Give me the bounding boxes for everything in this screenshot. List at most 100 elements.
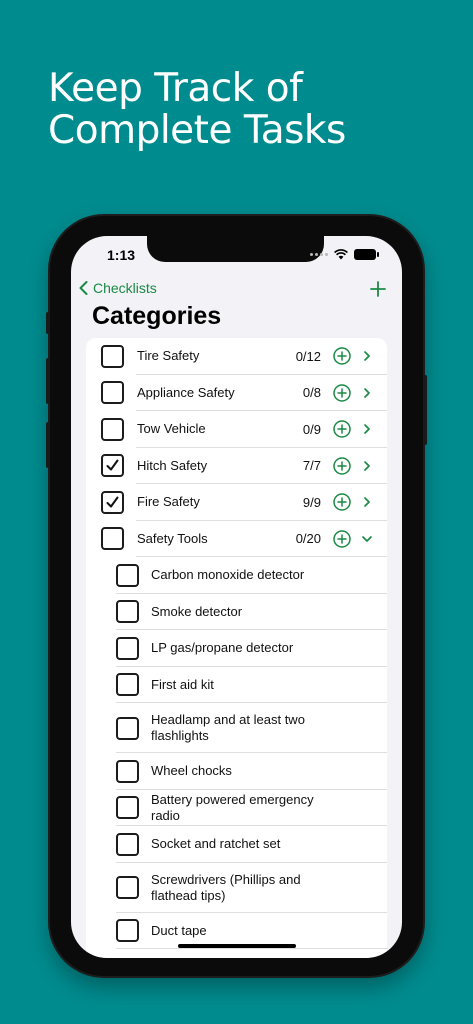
add-circle-icon [333, 420, 351, 438]
checklist-item-row[interactable]: Smoke detector [86, 594, 387, 630]
expand-button[interactable] [361, 459, 373, 478]
item-label: Duct tape [151, 922, 207, 938]
chevron-right-icon [364, 460, 370, 471]
add-circle-icon [333, 530, 351, 548]
mute-switch [46, 312, 50, 334]
checkmark-icon [106, 496, 119, 508]
volume-down-button [46, 422, 50, 468]
phone-screen: 1:13 Checklists Categories Tire Safety 0/… [71, 236, 402, 958]
category-checkbox[interactable] [101, 381, 124, 405]
expand-button[interactable] [361, 349, 373, 368]
collapse-button[interactable] [361, 532, 373, 551]
add-circle-icon [333, 457, 351, 475]
checklist-item-row[interactable]: Battery powered emergency radio [86, 790, 387, 826]
add-circle-icon [333, 347, 351, 365]
checklist-item-row[interactable]: LP gas/propane detector [86, 630, 387, 667]
headline-line-1: Keep Track of [48, 66, 303, 111]
add-item-button[interactable] [333, 347, 351, 370]
add-item-button[interactable] [333, 493, 351, 516]
add-item-button[interactable] [333, 457, 351, 480]
category-count: 9/9 [302, 494, 321, 510]
item-checkbox[interactable] [116, 832, 139, 856]
category-checkbox[interactable] [101, 527, 124, 551]
status-icons [310, 249, 379, 260]
chevron-right-icon [364, 497, 370, 508]
notch [147, 236, 324, 262]
row-divider [116, 948, 387, 949]
category-checkbox[interactable] [101, 454, 124, 478]
signal-icon [310, 253, 328, 256]
item-checkbox[interactable] [116, 600, 139, 624]
category-row[interactable]: Safety Tools 0/20 [86, 521, 387, 557]
item-checkbox[interactable] [116, 636, 139, 660]
battery-icon [354, 249, 379, 260]
add-category-button[interactable] [370, 281, 386, 302]
item-label: First aid kit [151, 676, 214, 692]
expand-button[interactable] [361, 422, 373, 441]
chevron-right-icon [364, 387, 370, 398]
page-title: Categories [92, 302, 222, 330]
category-row[interactable]: Tire Safety 0/12 [86, 338, 387, 375]
item-label: Headlamp and at least two flashlights [151, 712, 305, 743]
expand-button[interactable] [361, 495, 373, 514]
chevron-down-icon [362, 535, 372, 542]
plus-icon [370, 281, 386, 297]
power-button [423, 375, 427, 445]
category-label: Safety Tools [137, 530, 208, 546]
item-checkbox[interactable] [116, 716, 139, 740]
category-checkbox[interactable] [101, 417, 124, 441]
checklist-item-row[interactable]: Wheel chocks [86, 753, 387, 790]
back-button-label: Checklists [93, 280, 157, 296]
add-item-button[interactable] [333, 384, 351, 407]
checklist-item-row[interactable]: Headlamp and at least two flashlights [86, 703, 387, 753]
chevron-right-icon [364, 351, 370, 362]
add-item-button[interactable] [333, 420, 351, 443]
checklist-item-row[interactable]: Carbon monoxide detector [86, 557, 387, 594]
item-checkbox[interactable] [116, 796, 139, 820]
home-indicator [178, 944, 296, 948]
status-time: 1:13 [107, 247, 136, 263]
expand-button[interactable] [361, 386, 373, 405]
item-label: Smoke detector [151, 603, 243, 619]
chevron-left-icon [79, 281, 88, 295]
category-count: 0/12 [295, 348, 321, 364]
add-circle-icon [333, 493, 351, 511]
category-checkbox[interactable] [101, 344, 124, 368]
checklist-item-row[interactable]: First aid kit [86, 667, 387, 703]
checklist-item-row[interactable]: Socket and ratchet set [86, 826, 387, 863]
item-checkbox[interactable] [116, 876, 139, 899]
category-count: 0/9 [302, 421, 321, 437]
category-label: Tire Safety [137, 348, 200, 364]
add-circle-icon [333, 384, 351, 402]
category-label: Fire Safety [137, 494, 200, 510]
category-count: 7/7 [302, 458, 321, 474]
category-label: Tow Vehicle [137, 421, 206, 437]
back-button[interactable]: Checklists [79, 280, 157, 296]
volume-up-button [46, 358, 50, 404]
item-checkbox[interactable] [116, 919, 139, 943]
item-label: Socket and ratchet set [151, 836, 281, 852]
item-label: Battery powered emergency radio [151, 791, 314, 823]
category-row[interactable]: Appliance Safety 0/8 [86, 375, 387, 411]
category-row[interactable]: Tow Vehicle 0/9 [86, 411, 387, 448]
category-label: Hitch Safety [137, 457, 208, 473]
category-label: Appliance Safety [137, 384, 235, 400]
item-label: Wheel chocks [151, 763, 232, 779]
checklist-item-row[interactable]: Screwdrivers (Phillips and flathead tips… [86, 863, 387, 913]
category-checkbox[interactable] [101, 490, 124, 514]
headline-line-2: Complete Tasks [48, 108, 346, 153]
item-checkbox[interactable] [116, 759, 139, 783]
promo-headline: Keep Track of Complete Tasks [48, 68, 448, 152]
item-checkbox[interactable] [116, 673, 139, 697]
categories-list: Tire Safety 0/12 Appliance Safety 0/8 Tow Ve… [86, 338, 387, 958]
checkmark-icon [106, 459, 119, 471]
category-row[interactable]: Hitch Safety 7/7 [86, 448, 387, 484]
item-label: Screwdrivers (Phillips and flathead tips… [151, 871, 301, 903]
category-count: 0/8 [302, 385, 321, 401]
item-label: LP gas/propane detector [151, 640, 294, 656]
category-row[interactable]: Fire Safety 9/9 [86, 484, 387, 521]
add-item-button[interactable] [333, 530, 351, 553]
wifi-icon [334, 249, 348, 260]
category-count: 0/20 [295, 531, 321, 547]
item-checkbox[interactable] [116, 563, 139, 587]
